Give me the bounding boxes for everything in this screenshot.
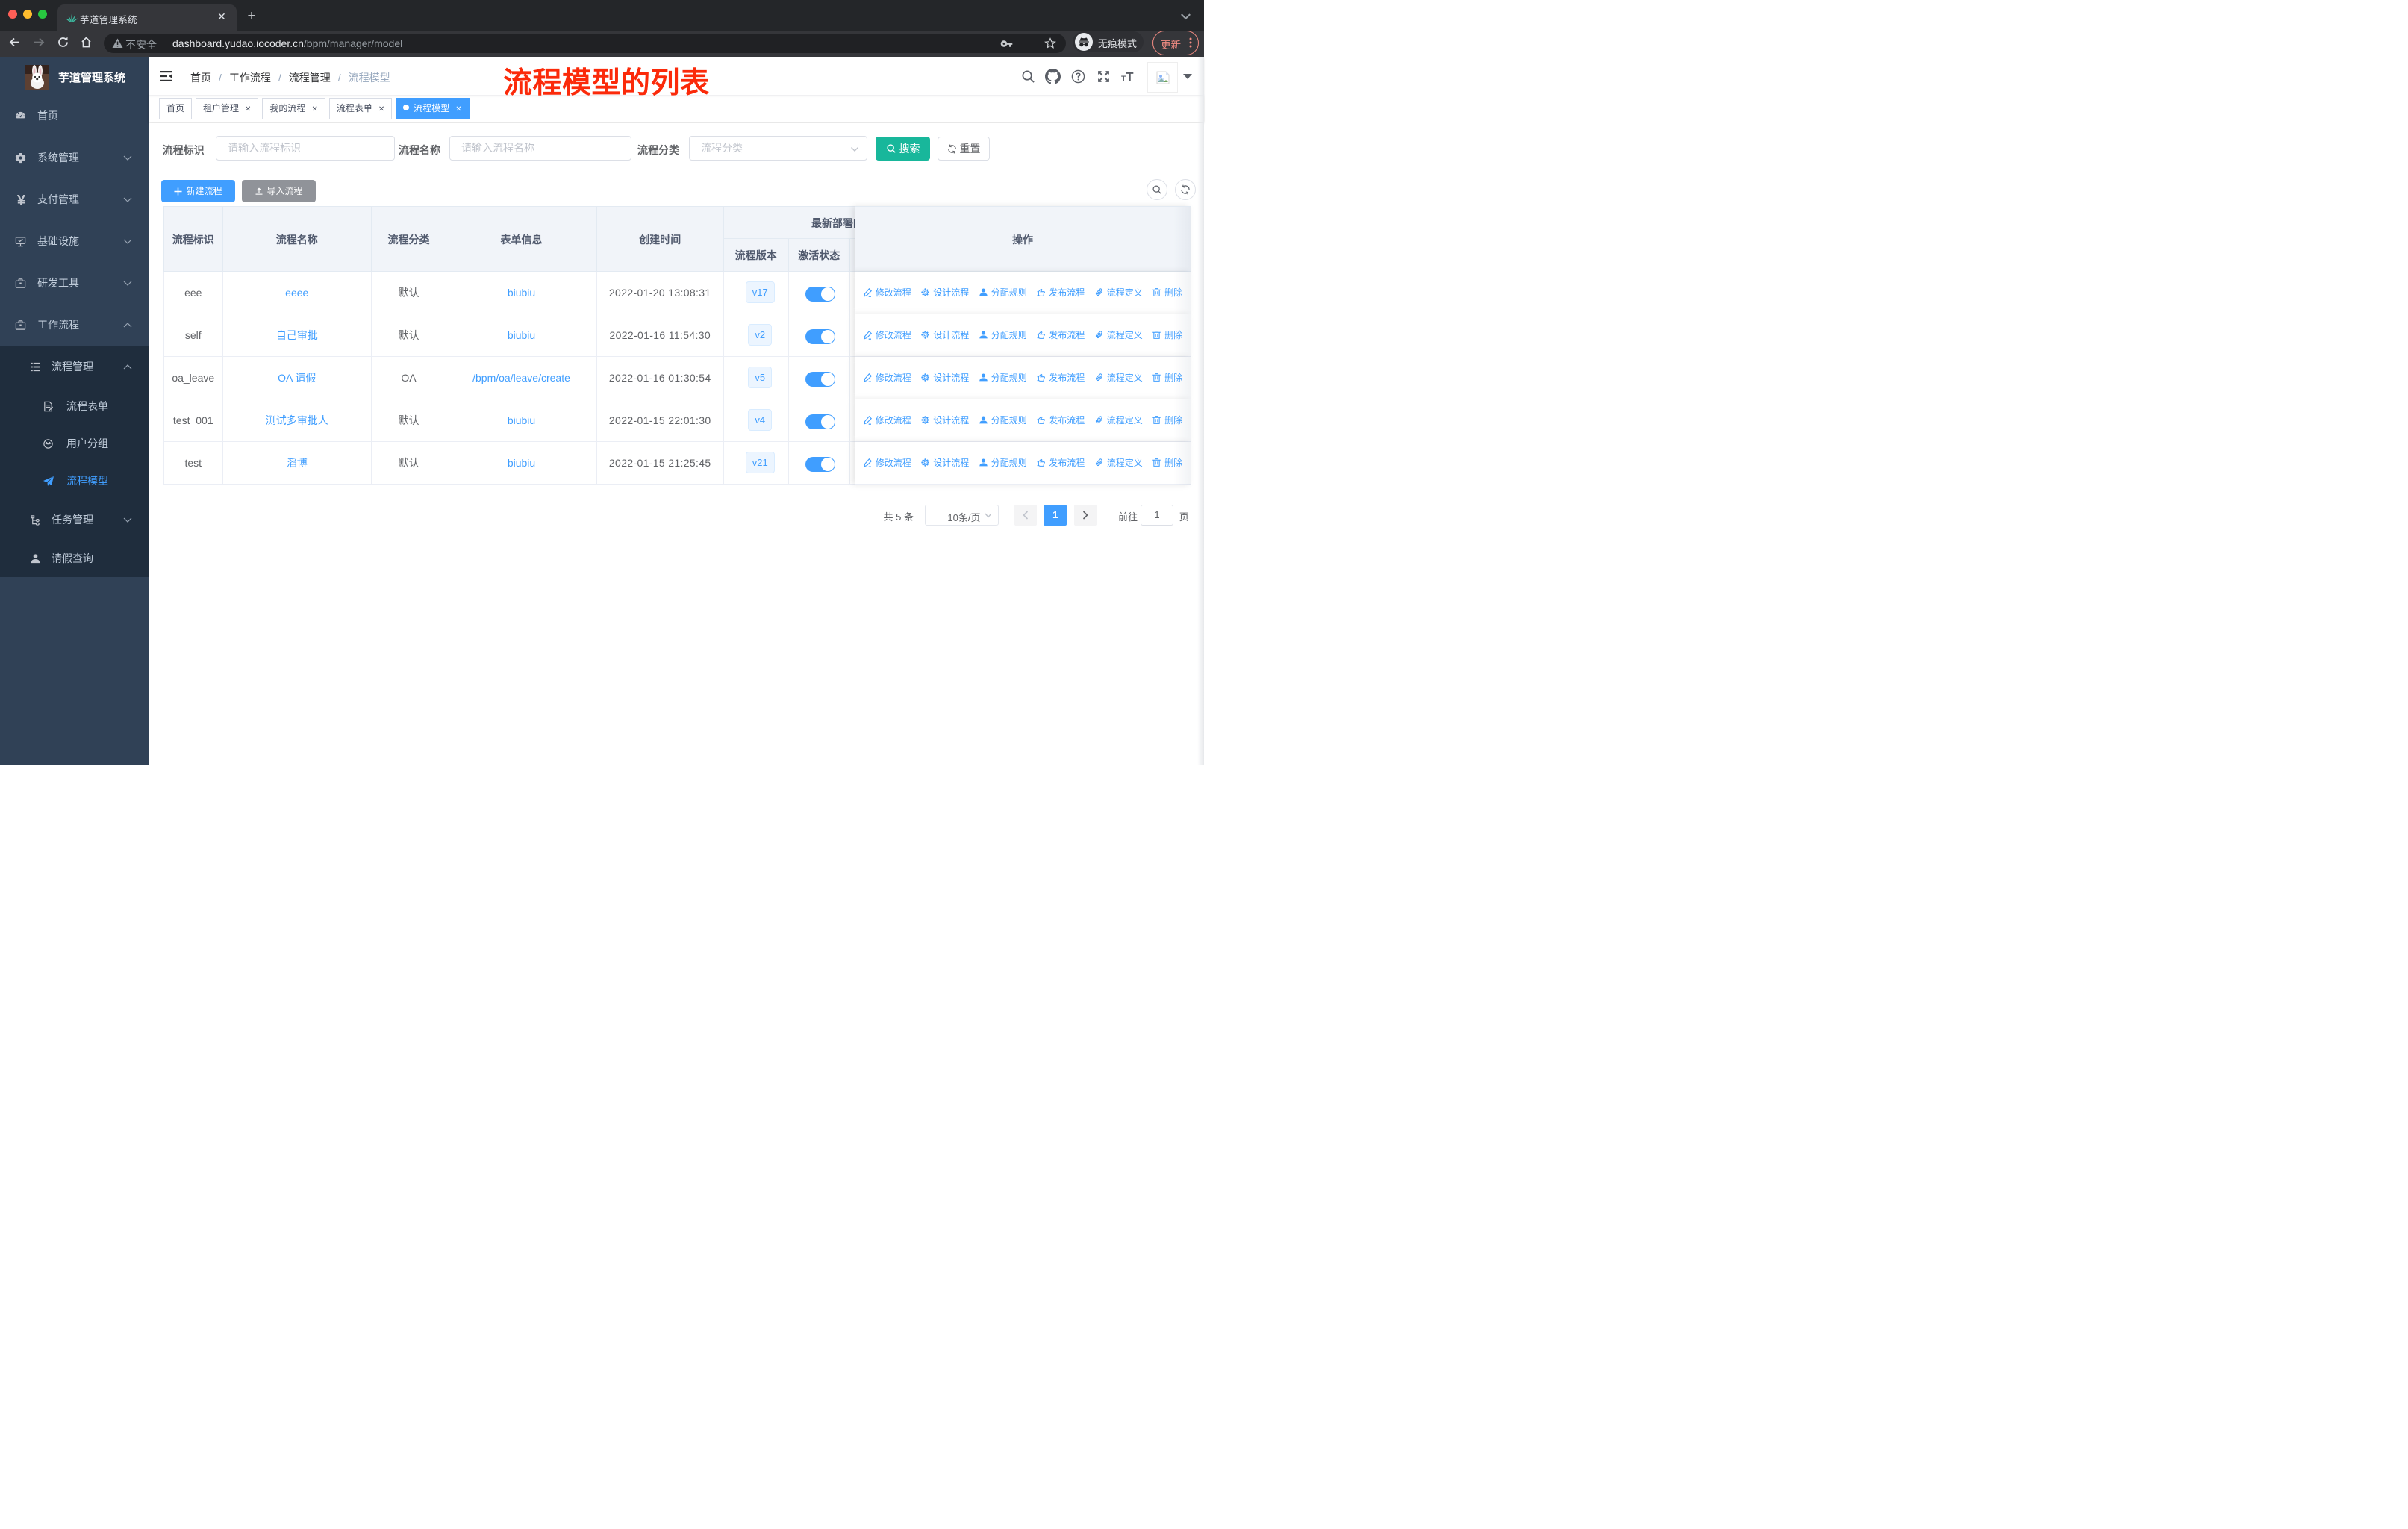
svg-text:T: T xyxy=(1126,71,1134,84)
svg-text:¥: ¥ xyxy=(17,194,26,207)
